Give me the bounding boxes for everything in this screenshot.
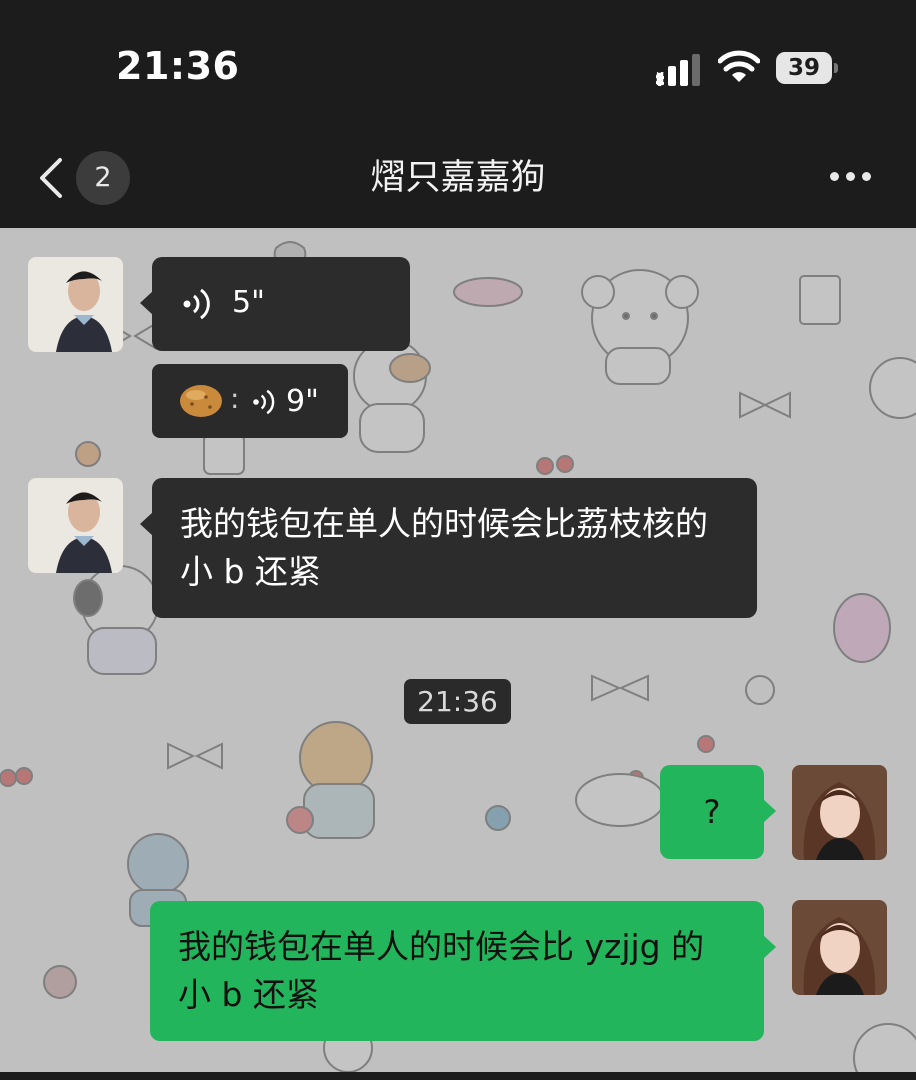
message-text: 我的钱包在单人的时候会比 yzjjg 的小 b 还紧 xyxy=(178,927,705,1014)
chat-title: 熠只嘉嘉狗 xyxy=(370,158,546,198)
voice-duration: 5" xyxy=(232,285,265,320)
message-text: ? xyxy=(703,793,721,831)
potato-emoji-icon xyxy=(180,385,222,417)
quoted-voice-message[interactable]: : 9" xyxy=(152,364,348,438)
avatar-man-image xyxy=(28,257,123,352)
status-time: 21:36 xyxy=(116,44,240,88)
message-timestamp: 21:36 xyxy=(404,679,511,724)
avatar-contact[interactable] xyxy=(28,257,123,352)
quote-separator: : xyxy=(230,382,240,415)
bottom-bar xyxy=(0,1072,916,1080)
chat-area[interactable]: 5" : 9" 我的钱包在单人的时候会比荔枝核的小 b 还紧 21:36 ? 我… xyxy=(0,228,916,1080)
battery-level: 39 xyxy=(787,55,820,81)
status-bar: 21:36 39 xyxy=(0,0,916,130)
voice-wave-icon xyxy=(253,389,275,415)
chat-header: 2 熠只嘉嘉狗 xyxy=(0,130,916,228)
outgoing-message-bubble[interactable]: ? xyxy=(660,765,776,859)
avatar-woman-image xyxy=(792,900,887,995)
voice-wave-icon xyxy=(183,288,210,320)
battery-icon: 39 xyxy=(776,52,838,84)
avatar-woman-image xyxy=(792,765,887,860)
quoted-voice-duration: 9" xyxy=(286,384,319,419)
wifi-icon xyxy=(718,50,760,82)
signal-icon xyxy=(656,54,700,86)
outgoing-message-bubble[interactable]: 我的钱包在单人的时候会比 yzjjg 的小 b 还紧 xyxy=(150,901,776,1041)
avatar-self[interactable] xyxy=(792,900,887,995)
avatar-contact[interactable] xyxy=(28,478,123,573)
text-message-bubble[interactable]: 我的钱包在单人的时候会比荔枝核的小 b 还紧 xyxy=(140,478,757,618)
more-dots-icon[interactable] xyxy=(826,164,876,188)
message-text: 我的钱包在单人的时候会比荔枝核的小 b 还紧 xyxy=(180,504,708,591)
voice-message-bubble[interactable]: 5" xyxy=(140,257,410,351)
avatar-self[interactable] xyxy=(792,765,887,860)
avatar-man-image xyxy=(28,478,123,573)
